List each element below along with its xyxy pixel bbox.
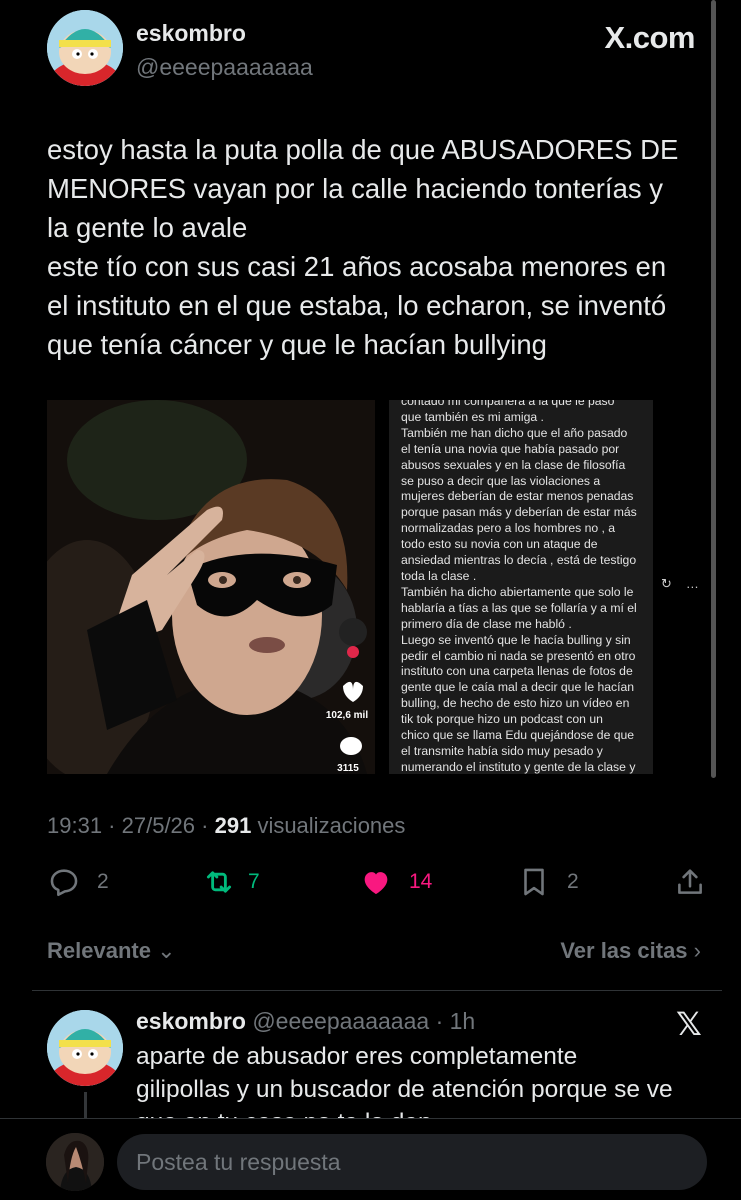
action-bar: 2 7 14 2	[47, 862, 712, 902]
tweet-date[interactable]: 27/5/26	[122, 813, 195, 838]
chevron-right-icon: ›	[693, 938, 701, 963]
screenshot-line: hablaría a tías a las que se follaría y …	[401, 600, 637, 615]
screenshot-line: todo esto su novia con un ataque de	[401, 537, 598, 552]
reply-line: gilipollas y un buscador de atención por…	[136, 1076, 673, 1103]
like-count: 14	[409, 870, 433, 893]
reply-avatar[interactable]	[47, 1010, 123, 1086]
reply-display-name[interactable]: eskombro	[136, 1008, 246, 1034]
screenshot-line: que también es mi amiga .	[401, 409, 544, 424]
bookmark-count: 2	[567, 870, 579, 893]
video-screenshot[interactable]: 102,6 mil 3115	[47, 400, 375, 774]
screenshot-line: También me han dicho que el año pasado	[401, 425, 628, 440]
user-handle[interactable]: @eeeepaaaaaaa	[136, 54, 313, 81]
heart-icon	[364, 872, 388, 895]
screenshot-line: mujeres deberían de estar menos penadas	[401, 489, 634, 504]
screenshot-line: primero día de clase me habló .	[401, 616, 572, 631]
repost-count: 7	[248, 870, 260, 893]
reply-time[interactable]: 1h	[450, 1008, 476, 1034]
screenshot-line: pedir el cambio ni nada se presentó en o…	[401, 648, 636, 663]
reply-button[interactable]: 2	[47, 862, 109, 902]
video-comments-count: 3115	[337, 763, 359, 774]
sort-label: Relevante	[47, 938, 151, 963]
tweet-text: estoy hasta la puta polla de que ABUSADO…	[47, 130, 712, 364]
tweet-line: que tenía cáncer y que le hacían bullyin…	[47, 329, 547, 360]
reply-text: aparte de abusador eres completamente gi…	[136, 1040, 716, 1120]
tweet-line: la gente lo avale	[47, 212, 248, 243]
scrollbar[interactable]	[711, 0, 716, 778]
reply-line: aparte de abusador eres completamente	[136, 1043, 578, 1070]
reply-icon	[50, 869, 78, 897]
screenshot-line: el transmite había sido muy pesado y	[401, 743, 603, 758]
screenshot-line: numerando el instituto y gente de la cla…	[401, 759, 636, 774]
screenshot-line: gente que le caía mal a decir que le hac…	[401, 680, 635, 695]
tweet-line: MENORES vayan por la calle haciendo tont…	[47, 173, 663, 204]
screenshot-line: toda la clase .	[401, 568, 477, 583]
view-count: 291	[214, 813, 252, 838]
tweet-line: el instituto en el que estaba, lo echaro…	[47, 290, 667, 321]
chevron-down-icon: ⌄	[157, 938, 176, 963]
more-icon: …	[685, 576, 699, 591]
reply-header: eskombro @eeeepaaaaaaa · 1h	[136, 1008, 476, 1034]
screenshot-line: tik tok porque hizo un podcast con un	[401, 712, 603, 727]
tweet-line: este tío con sus casi 21 años acosaba me…	[47, 251, 667, 282]
sort-dropdown[interactable]: Relevante ⌄	[47, 938, 176, 964]
text-screenshot[interactable]: contado mi compañera a la que le pasó qu…	[389, 400, 653, 774]
repost-button[interactable]: 7	[202, 862, 260, 902]
screenshot-line: Luego se inventó que le hacía bulling y …	[401, 632, 631, 647]
screenshot-line: bulling, de hecho de esto hizo un vídeo …	[401, 696, 630, 711]
tweet-time[interactable]: 19:31	[47, 813, 102, 838]
like-button[interactable]: 14	[359, 862, 432, 902]
refresh-icon: ↻	[661, 576, 672, 591]
screenshot-line: chico que se llama Edu quejándose de que	[401, 728, 635, 743]
share-icon	[678, 869, 702, 894]
x-icon: 𝕏	[676, 1006, 702, 1042]
current-user-avatar[interactable]	[46, 1133, 104, 1191]
share-button[interactable]	[673, 862, 707, 902]
bookmark-icon	[524, 868, 544, 896]
screenshot-line: instituto con una carpeta llenas de foto…	[401, 664, 633, 679]
reply-input[interactable]: Postea tu respuesta	[117, 1134, 707, 1190]
views-label: visualizaciones	[257, 813, 406, 838]
repost-icon	[206, 871, 232, 893]
screenshot-line: porque pasan más y deberían de estar más	[401, 505, 637, 520]
tweet-meta: 19:31 · 27/5/26 · 291 visualizaciones	[47, 813, 406, 838]
thread-line	[84, 1092, 87, 1120]
screenshot-line: normalizadas pero a los hombres no , a	[401, 521, 616, 536]
screenshot-line: se puso a decir que las violaciones a	[401, 473, 601, 488]
display-name[interactable]: eskombro	[136, 20, 246, 47]
screenshot-line: el tenía una novia que había pasado por	[401, 441, 620, 456]
tweet-media[interactable]: 102,6 mil 3115 contado mi compañera a la…	[47, 400, 711, 774]
view-quotes-link[interactable]: Ver las citas ›	[560, 938, 701, 964]
bookmark-button[interactable]: 2	[517, 862, 579, 902]
video-likes-count: 102,6 mil	[325, 710, 369, 721]
divider	[32, 990, 722, 991]
screenshot-icons: ↻…	[661, 576, 711, 592]
screenshot-line: contado mi compañera a la que le pasó	[401, 400, 615, 408]
tweet-line: estoy hasta la puta polla de que ABUSADO…	[47, 134, 679, 165]
screenshot-line: ansiedad mientras lo decía , está de tes…	[401, 553, 637, 568]
reply-handle[interactable]: @eeeepaaaaaaa	[252, 1008, 429, 1034]
x-logo: X.com	[604, 20, 695, 55]
reply-count: 2	[97, 870, 109, 893]
profile-avatar[interactable]	[47, 10, 123, 86]
screenshot-line: También ha dicho abiertamente que solo l…	[401, 584, 634, 599]
quotes-label: Ver las citas	[560, 938, 688, 963]
screenshot-line: abusos sexuales y en la clase de filosof…	[401, 457, 626, 472]
